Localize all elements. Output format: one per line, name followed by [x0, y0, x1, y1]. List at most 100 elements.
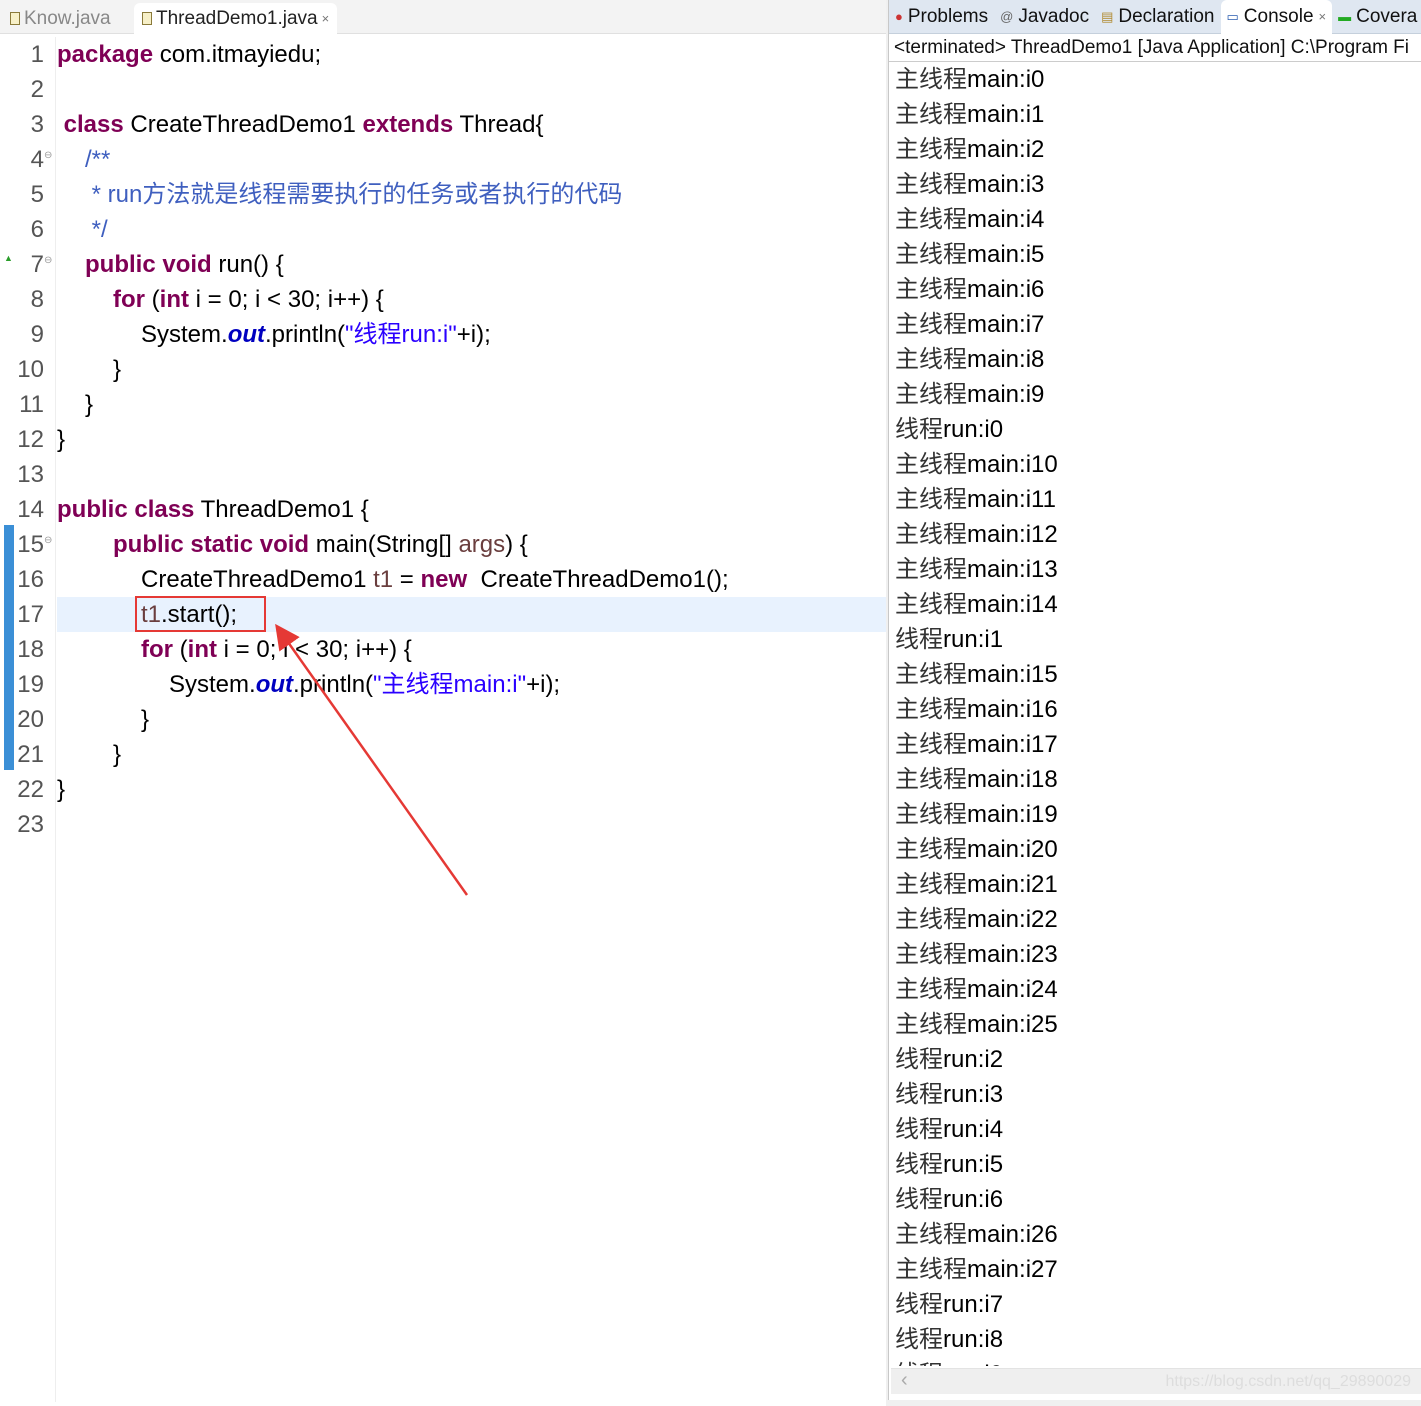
tab-problems[interactable]: ● Problems — [889, 0, 994, 34]
code-token: main(String[] — [309, 531, 459, 558]
tab-coverage[interactable]: ▬ Covera — [1332, 0, 1421, 34]
code-token: int — [159, 286, 189, 313]
console-text-value: main:i13 — [967, 556, 1058, 583]
code-token: class — [134, 496, 195, 523]
code-token: CreateThreadDemo1 — [141, 566, 374, 593]
console-text-prefix: 线程 — [895, 416, 943, 443]
console-line: 主线程main:i11 — [895, 482, 1421, 517]
line-number: 18 — [17, 636, 44, 663]
code-line[interactable]: 3 class CreateThreadDemo1 extends Thread… — [0, 107, 886, 142]
code-editor[interactable]: Know.java ThreadDemo1.java × 1 package co… — [0, 0, 886, 1406]
console-text-value: main:i9 — [967, 381, 1045, 408]
console-line: 主线程main:i24 — [895, 972, 1421, 1007]
console-text-prefix: 线程 — [895, 626, 943, 653]
code-token: /** — [85, 146, 111, 173]
console-line: 主线程main:i8 — [895, 342, 1421, 377]
tab-label: Javadoc — [1018, 5, 1090, 27]
code-line[interactable]: 12} — [0, 422, 886, 457]
code-token: t1 — [373, 566, 394, 593]
code-text: System.out.println("线程run:i"+i); — [57, 317, 886, 352]
console-text-value: main:i1 — [967, 101, 1045, 128]
code-line[interactable]: 5 * run方法就是线程需要执行的任务或者执行的代码 — [0, 177, 886, 212]
console-text-value: main:i20 — [967, 836, 1058, 863]
console-text-prefix: 线程 — [895, 1361, 943, 1366]
code-line[interactable]: 14 public class ThreadDemo1 { — [0, 492, 886, 527]
code-line[interactable]: 4 ⊖/** — [0, 142, 886, 177]
code-line[interactable]: 21} — [0, 737, 886, 772]
code-token: ( — [173, 636, 188, 663]
code-token: +i); — [526, 671, 561, 698]
close-icon[interactable]: × — [1319, 9, 1327, 24]
code-line[interactable]: 15 ⊖ public static void main(String[] args… — [0, 527, 886, 562]
code-line[interactable]: 9 System.out.println("线程run:i"+i); — [0, 317, 886, 352]
code-line[interactable]: 8 for (int i = 0; i < 30; i++) { — [0, 282, 886, 317]
console-line: 线程run:i1 — [895, 622, 1421, 657]
code-text: } — [57, 422, 886, 457]
console-text-prefix: 主线程 — [895, 1221, 967, 1248]
console-panel[interactable]: ● Problems @ Javadoc ▤ Declaration ▭ Console… — [888, 0, 1421, 1400]
code-line[interactable]: 18 for (int i = 0; i < 30; i++) { — [0, 632, 886, 667]
console-line: 主线程main:i3 — [895, 167, 1421, 202]
line-number: 10 — [17, 356, 44, 383]
code-line[interactable]: 23 — [0, 807, 886, 842]
code-token: i = 0; i < 30; i++) { — [217, 636, 412, 663]
code-line[interactable]: 19 System.out.println("主线程main:i"+i); — [0, 667, 886, 702]
console-text-value: main:i5 — [967, 241, 1045, 268]
console-line: 主线程main:i18 — [895, 762, 1421, 797]
tab-console[interactable]: ▭ Console × — [1220, 0, 1333, 34]
code-token: ( — [145, 286, 160, 313]
code-line[interactable]: 10} — [0, 352, 886, 387]
console-line: 线程run:i7 — [895, 1287, 1421, 1322]
code-token: i = 0; i < 30; i++) { — [189, 286, 384, 313]
fold-toggle-icon[interactable]: ⊖ — [44, 523, 52, 558]
console-text-value: main:i0 — [967, 66, 1045, 93]
line-number: 17 — [17, 601, 44, 628]
console-text-value: main:i14 — [967, 591, 1058, 618]
fold-toggle-icon[interactable]: ⊖ — [44, 243, 52, 278]
code-line[interactable]: 2 — [0, 72, 886, 107]
line-number: 16 — [17, 566, 44, 593]
console-text-prefix: 线程 — [895, 1116, 943, 1143]
code-line[interactable]: 1 package com.itmayiedu; — [0, 37, 886, 72]
horizontal-scrollbar[interactable]: ‹ https://blog.csdn.net/qq_29890029 — [891, 1368, 1421, 1394]
console-text-prefix: 主线程 — [895, 206, 967, 233]
console-text-value: main:i19 — [967, 801, 1058, 828]
code-line[interactable]: 17 t1.start(); — [0, 597, 886, 632]
code-text: } — [57, 352, 886, 387]
line-number: 11 — [19, 391, 44, 418]
console-text-value: run:i5 — [943, 1151, 1004, 1178]
console-text-prefix: 主线程 — [895, 66, 967, 93]
code-line[interactable]: 13 — [0, 457, 886, 492]
line-number: 12 — [17, 426, 44, 453]
console-line: 主线程main:i12 — [895, 517, 1421, 552]
code-line[interactable]: 11} — [0, 387, 886, 422]
fold-toggle-icon[interactable]: ⊖ — [44, 138, 52, 173]
tab-know-java[interactable]: Know.java — [2, 3, 119, 34]
code-token: public — [85, 251, 156, 278]
code-line[interactable]: 22} — [0, 772, 886, 807]
declaration-icon: ▤ — [1101, 8, 1114, 24]
console-output[interactable]: 主线程main:i0 主线程main:i1 主线程main:i2 主线程main:i3… — [895, 62, 1421, 1366]
console-text-value: run:i1 — [943, 626, 1004, 653]
console-text-prefix: 主线程 — [895, 486, 967, 513]
line-number: 3 — [30, 111, 44, 138]
code-line[interactable]: 20} — [0, 702, 886, 737]
tab-threaddemo1-java[interactable]: ThreadDemo1.java × — [134, 3, 338, 34]
code-token: "线程run:i" — [345, 321, 457, 348]
close-icon[interactable]: × — [322, 11, 330, 26]
tab-javadoc[interactable]: @ Javadoc — [994, 0, 1095, 34]
code-line[interactable]: 16 CreateThreadDemo1 t1 = new CreateThrea… — [0, 562, 886, 597]
tab-declaration[interactable]: ▤ Declaration — [1095, 0, 1220, 34]
code-line[interactable]: 6 */ — [0, 212, 886, 247]
console-text-value: main:i22 — [967, 906, 1058, 933]
console-line: 线程run:i5 — [895, 1147, 1421, 1182]
console-line: 线程run:i6 — [895, 1182, 1421, 1217]
console-text-prefix: 主线程 — [895, 801, 967, 828]
scroll-left-icon[interactable]: ‹ — [901, 1369, 908, 1392]
code-line[interactable]: 7 ⊖ ▲ public void run() { — [0, 247, 886, 282]
console-line: 线程run:i2 — [895, 1042, 1421, 1077]
console-text-prefix: 主线程 — [895, 906, 967, 933]
override-marker-icon: ▲ — [4, 253, 13, 263]
